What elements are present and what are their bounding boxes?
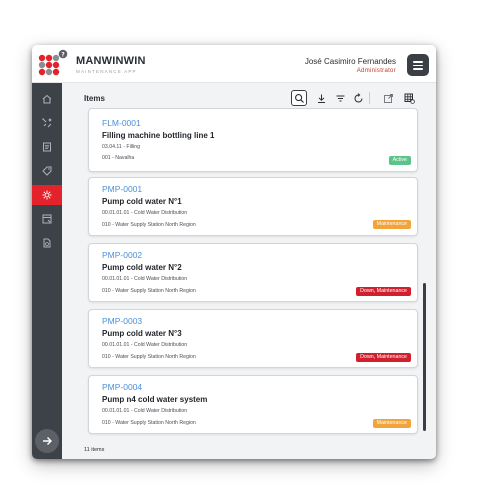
brand-name: MANWINWIN: [76, 55, 146, 67]
status-badge: Maintenance: [372, 220, 411, 229]
item-category: 00.01.01.01 - Cold Water Distribution: [102, 408, 188, 414]
sidebar: [32, 83, 62, 459]
search-button[interactable]: [291, 90, 307, 106]
filter-button[interactable]: [332, 90, 348, 106]
status-badge: Down, Maintenance: [356, 287, 411, 296]
toolbar-divider: [369, 92, 370, 104]
sidebar-item-assets[interactable]: [32, 185, 62, 205]
item-location: 010 - Water Supply Station North Region: [102, 222, 196, 228]
tag-icon: [42, 166, 52, 176]
item-name: Pump cold water N°1: [102, 197, 182, 206]
item-category: 00.01.01.01 - Cold Water Distribution: [102, 210, 188, 216]
item-code[interactable]: PMP-0001: [102, 184, 142, 194]
user-name: José Casimiro Fernandes: [304, 57, 396, 66]
item-card-flm-0001[interactable]: FLM-0001 Filling machine bottling line 1…: [88, 108, 418, 172]
item-location: 010 - Water Supply Station North Region: [102, 420, 196, 426]
page-title: Items: [84, 94, 105, 103]
arrow-right-icon: [43, 437, 52, 445]
item-name: Pump cold water N°2: [102, 263, 182, 272]
item-location: 010 - Water Supply Station North Region: [102, 354, 196, 360]
item-card-pmp-0002[interactable]: PMP-0002 Pump cold water N°2 00.01.01.01…: [88, 243, 418, 302]
sidebar-item-tools[interactable]: [32, 113, 62, 133]
menu-bar-icon: [413, 64, 423, 67]
search-icon: [294, 93, 304, 103]
home-icon: [42, 94, 52, 104]
main-content: Items FLM-0001 Filling machine bottling …: [62, 83, 436, 459]
items-count: 11 items: [84, 447, 105, 453]
user-role: Administrator: [356, 68, 396, 74]
status-badge: Active: [388, 156, 411, 165]
item-category: 03.04.11 - Filling: [102, 144, 140, 150]
item-category: 00.01.01.01 - Cold Water Distribution: [102, 342, 188, 348]
item-category: 00.01.01.01 - Cold Water Distribution: [102, 276, 188, 282]
sidebar-item-reports[interactable]: [32, 209, 62, 229]
refresh-button[interactable]: [350, 90, 366, 106]
report-icon: [42, 214, 52, 224]
status-badge: Maintenance: [372, 419, 411, 428]
export-icon: [43, 238, 51, 248]
item-card-pmp-0001[interactable]: PMP-0001 Pump cold water N°1 00.01.01.01…: [88, 177, 418, 236]
hamburger-menu-button[interactable]: [407, 54, 429, 76]
item-code[interactable]: PMP-0004: [102, 382, 142, 392]
item-name: Pump n4 cold water system: [102, 395, 208, 404]
sidebar-item-tags[interactable]: [32, 161, 62, 181]
download-icon: [317, 94, 325, 103]
svg-text:?: ?: [61, 51, 65, 58]
item-card-pmp-0004[interactable]: PMP-0004 Pump n4 cold water system 00.01…: [88, 375, 418, 434]
tools-icon: [42, 118, 52, 128]
list-scrollbar[interactable]: [423, 283, 426, 431]
item-name: Pump cold water N°3: [102, 329, 182, 338]
brand-tagline: MAINTENANCE APP: [76, 69, 137, 74]
refresh-icon: [354, 92, 362, 102]
top-bar: ? MANWINWIN MAINTENANCE APP José Casimir…: [32, 45, 436, 83]
menu-bar-icon: [413, 68, 423, 70]
open-external-button[interactable]: [380, 90, 396, 106]
item-card-pmp-0003[interactable]: PMP-0003 Pump cold water N°3 00.01.01.01…: [88, 309, 418, 368]
sidebar-item-home[interactable]: [32, 89, 62, 109]
item-location: 010 - Water Supply Station North Region: [102, 288, 196, 294]
download-button[interactable]: [313, 90, 329, 106]
status-badge: Down, Maintenance: [356, 353, 411, 362]
app-window: ? MANWINWIN MAINTENANCE APP José Casimir…: [32, 45, 436, 459]
item-code[interactable]: PMP-0003: [102, 316, 142, 326]
expand-sidebar-button[interactable]: [35, 429, 59, 453]
gear-settings-icon: [42, 190, 52, 200]
document-icon: [43, 142, 51, 152]
manwinwin-logo: ?: [37, 49, 69, 79]
sidebar-item-documents[interactable]: [32, 137, 62, 157]
menu-bar-icon: [413, 61, 423, 63]
item-location: 001 - Navalha: [102, 155, 135, 161]
item-code[interactable]: PMP-0002: [102, 250, 142, 260]
grid-settings-icon: [404, 93, 415, 104]
item-code[interactable]: FLM-0001: [102, 118, 141, 128]
item-name: Filling machine bottling line 1: [102, 131, 215, 140]
open-external-icon: [383, 93, 393, 103]
filter-icon: [336, 95, 344, 101]
sidebar-item-export[interactable]: [32, 233, 62, 253]
grid-settings-button[interactable]: [401, 90, 417, 106]
